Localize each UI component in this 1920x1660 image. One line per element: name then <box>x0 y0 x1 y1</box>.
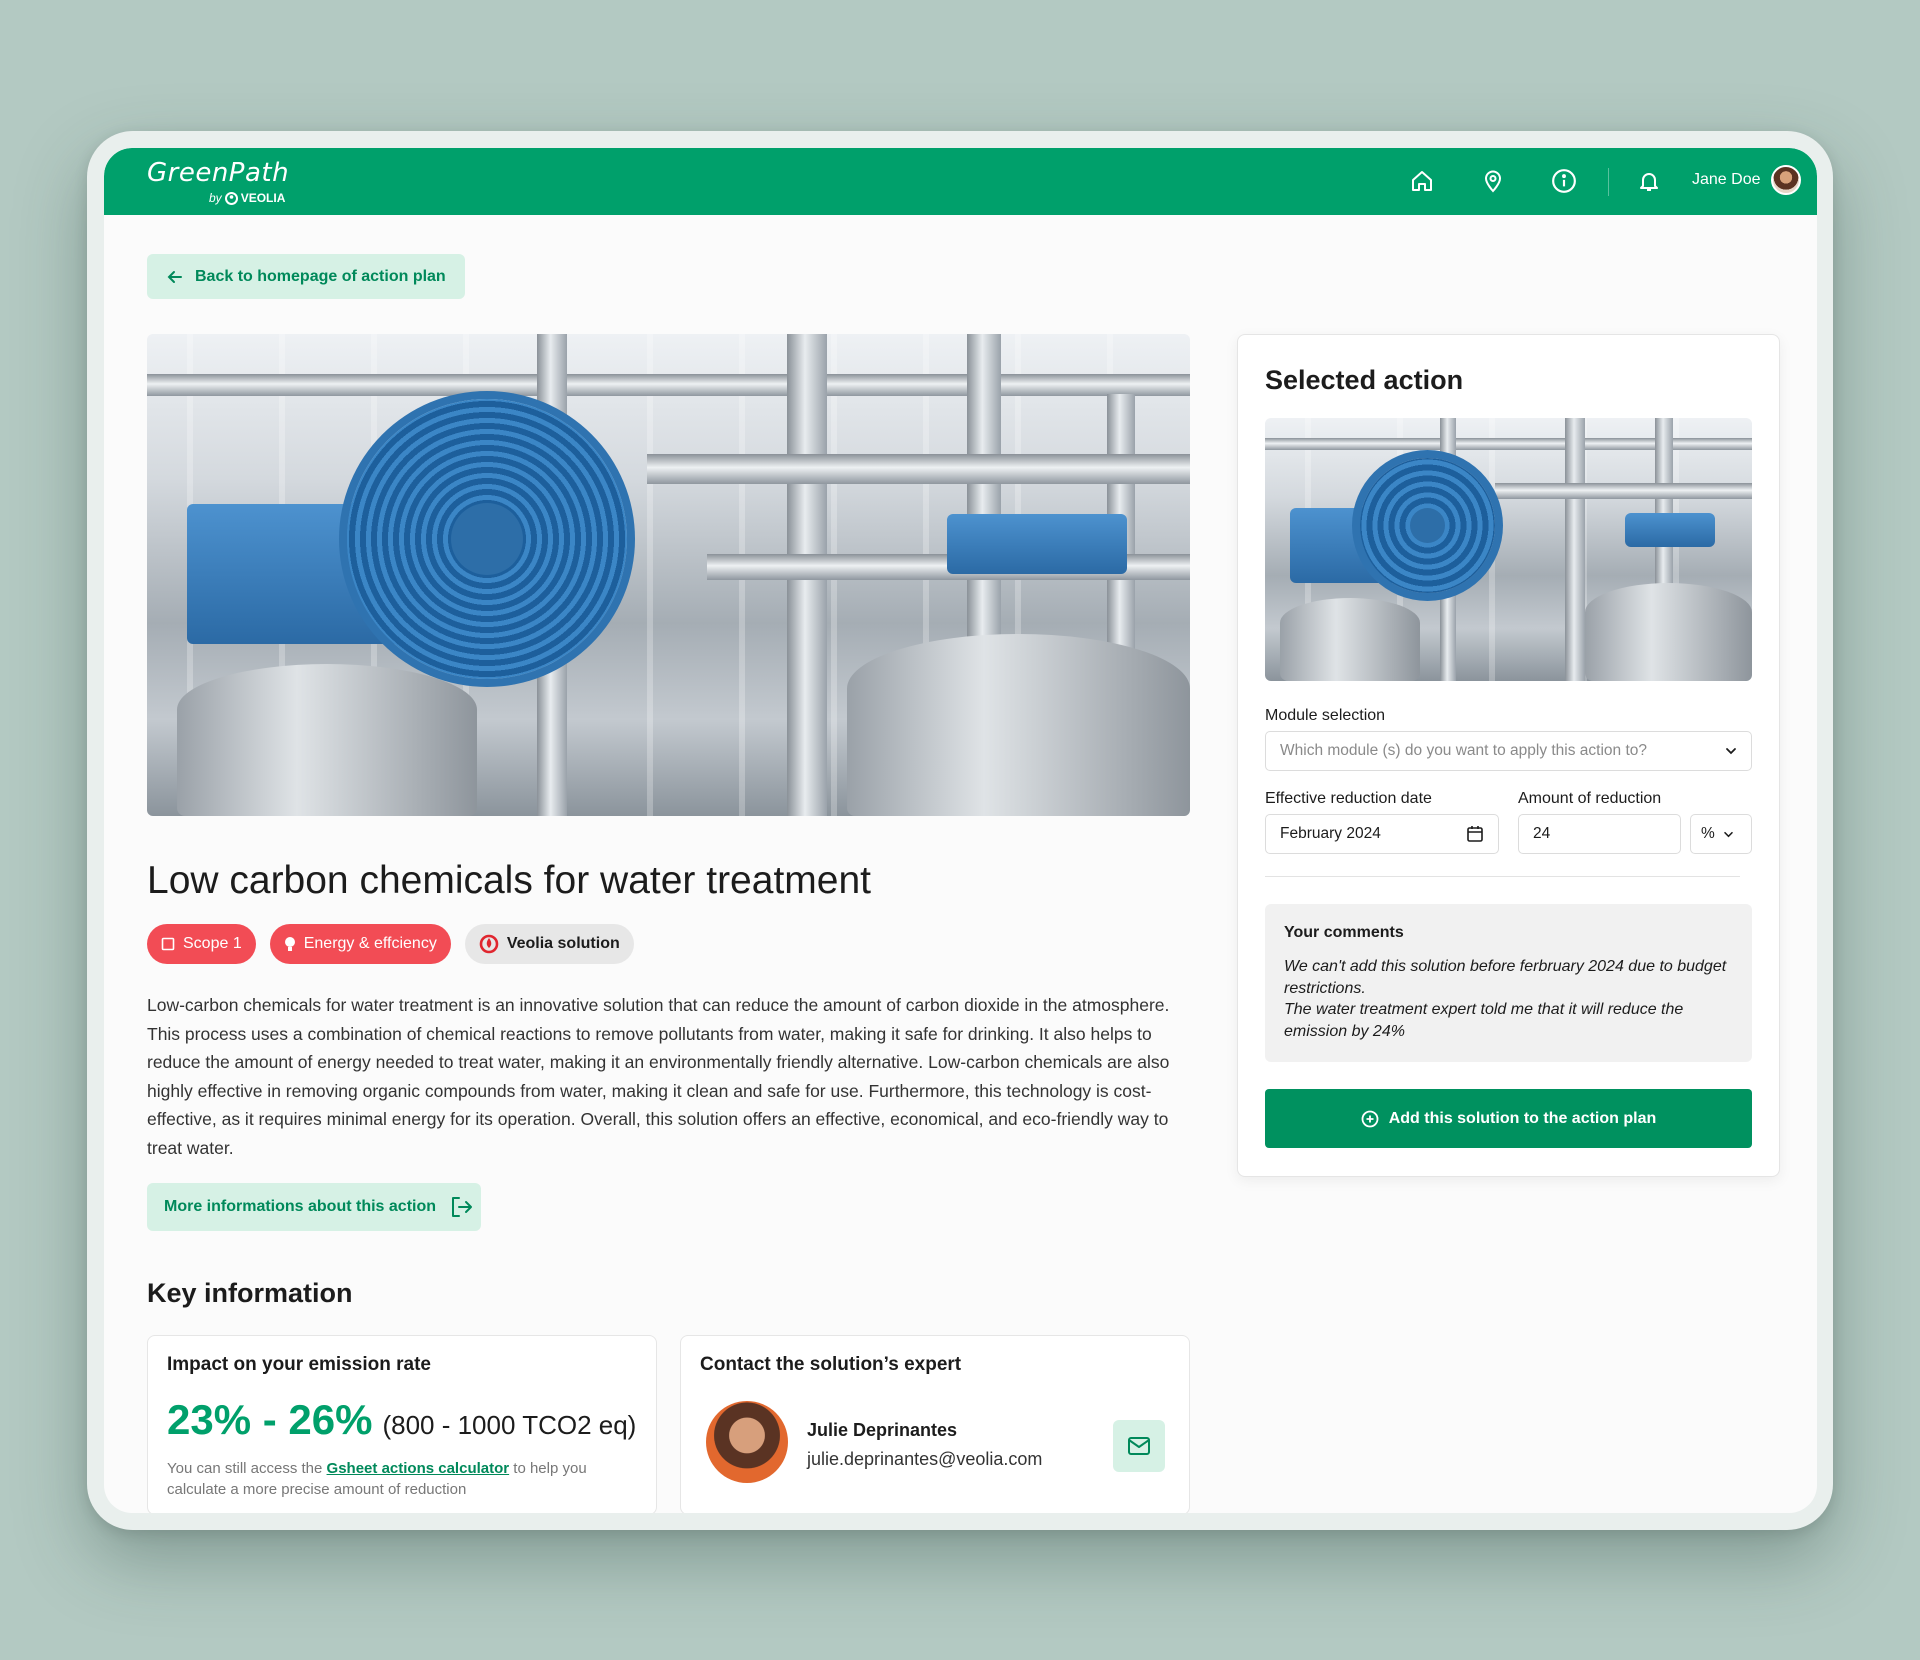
bell-icon[interactable] <box>1634 166 1664 196</box>
user-avatar <box>1770 165 1801 195</box>
tag-veolia[interactable]: Veolia solution <box>464 924 634 964</box>
logo-by: by <box>209 191 222 205</box>
info-icon[interactable] <box>1549 166 1579 196</box>
reduction-unit-select[interactable]: % <box>1690 814 1752 854</box>
add-to-action-plan-button[interactable]: Add this solution to the action plan <box>1265 1089 1752 1148</box>
scope-icon <box>161 937 175 951</box>
top-navbar: GreenPath by VEOLIA Jane Doe <box>104 148 1817 215</box>
send-email-button[interactable] <box>1113 1420 1165 1472</box>
gsheet-calculator-link[interactable]: Gsheet actions calculator <box>327 1460 510 1477</box>
module-selection-label: Module selection <box>1265 707 1386 724</box>
user-menu[interactable]: Jane Doe <box>1692 165 1801 195</box>
action-description: Low-carbon chemicals for water treatment… <box>147 995 1170 1158</box>
comments-text: We can't add this solution before ferbru… <box>1284 956 1744 1042</box>
comment-line: The water treatment expert told me that … <box>1284 1001 1684 1040</box>
logo-byline: by VEOLIA <box>209 191 285 205</box>
calendar-icon[interactable] <box>1466 825 1484 843</box>
tag-scope-label: Scope 1 <box>183 935 242 952</box>
reduction-date-label: Effective reduction date <box>1265 790 1432 807</box>
expert-email: julie.deprinantes@veolia.com <box>807 1449 1043 1469</box>
impact-percent: 23% - 26% <box>167 1396 373 1443</box>
back-button-label: Back to homepage of action plan <box>195 267 446 285</box>
reduction-date-field[interactable]: February 2024 <box>1265 814 1499 854</box>
impact-title: Impact on your emission rate <box>167 1354 431 1375</box>
reduction-amount-input[interactable]: 24 <box>1518 814 1681 854</box>
veolia-logo-icon <box>479 934 499 954</box>
key-information-heading: Key information <box>147 1278 353 1308</box>
action-title: Low carbon chemicals for water treatment <box>147 859 871 902</box>
expert-name: Julie Deprinantes <box>807 1420 958 1440</box>
impact-card: Impact on your emission rate 23% - 26% (… <box>147 1335 657 1513</box>
app-screen: GreenPath by VEOLIA Jane Doe Back to hom <box>104 148 1817 1513</box>
action-tags: Scope 1 Energy & effciency Veolia soluti… <box>147 924 634 964</box>
contact-title: Contact the solution’s expert <box>700 1354 962 1375</box>
module-selection-dropdown[interactable]: Which module (s) do you want to apply th… <box>1265 731 1752 771</box>
plus-circle-icon <box>1361 1110 1379 1127</box>
veolia-mark-icon <box>224 191 238 205</box>
action-hero-image <box>147 334 1190 816</box>
chevron-down-icon <box>1724 831 1733 837</box>
comments-title: Your comments <box>1284 924 1404 941</box>
reduction-amount-label: Amount of reduction <box>1518 790 1662 807</box>
chevron-down-icon <box>1726 748 1736 755</box>
panel-divider <box>1265 876 1740 877</box>
tag-veolia-label: Veolia solution <box>506 935 620 952</box>
back-to-homepage-button[interactable]: Back to homepage of action plan <box>147 254 465 299</box>
mail-icon <box>1128 1437 1150 1455</box>
expert-avatar <box>706 1401 788 1483</box>
selected-action-panel: Selected action Module selection Which m… <box>1237 334 1780 1177</box>
selected-action-title: Selected action <box>1265 365 1464 395</box>
reduction-amount-value: 24 <box>1533 825 1551 842</box>
nav-divider <box>1608 168 1609 196</box>
logo-name: GreenPath <box>147 158 290 188</box>
tag-energy[interactable]: Energy & effciency <box>269 924 451 964</box>
impact-value: 23% - 26% (800 - 1000 TCO2 eq) <box>167 1396 636 1444</box>
location-pin-icon[interactable] <box>1478 166 1508 196</box>
impact-note: You can still access the Gsheet actions … <box>167 1458 637 1500</box>
reduction-unit-value: % <box>1701 825 1715 842</box>
module-placeholder: Which module (s) do you want to apply th… <box>1280 742 1648 759</box>
comment-line: We can't add this solution before ferbru… <box>1284 958 1727 997</box>
arrow-left-icon <box>167 270 182 283</box>
more-info-button[interactable]: More informations about this action <box>147 1183 481 1231</box>
contact-card: Contact the solution’s expert Julie Depr… <box>680 1335 1190 1513</box>
reduction-date-value: February 2024 <box>1280 825 1381 842</box>
external-link-icon <box>452 1197 473 1217</box>
impact-note-before: You can still access the <box>167 1460 327 1477</box>
logo-company: VEOLIA <box>240 191 286 205</box>
user-name: Jane Doe <box>1692 171 1761 188</box>
home-icon[interactable] <box>1407 166 1437 196</box>
greenpath-logo[interactable]: GreenPath by VEOLIA <box>147 158 290 205</box>
tag-scope[interactable]: Scope 1 <box>147 924 256 964</box>
comments-box[interactable]: Your comments We can't add this solution… <box>1265 904 1752 1062</box>
more-info-label: More informations about this action <box>164 1198 437 1215</box>
tag-energy-label: Energy & effciency <box>303 935 437 952</box>
impact-tco2: (800 - 1000 TCO2 eq) <box>382 1410 637 1440</box>
lightbulb-icon <box>284 937 295 951</box>
add-button-label: Add this solution to the action plan <box>1388 1109 1657 1127</box>
selected-action-image <box>1265 418 1752 681</box>
